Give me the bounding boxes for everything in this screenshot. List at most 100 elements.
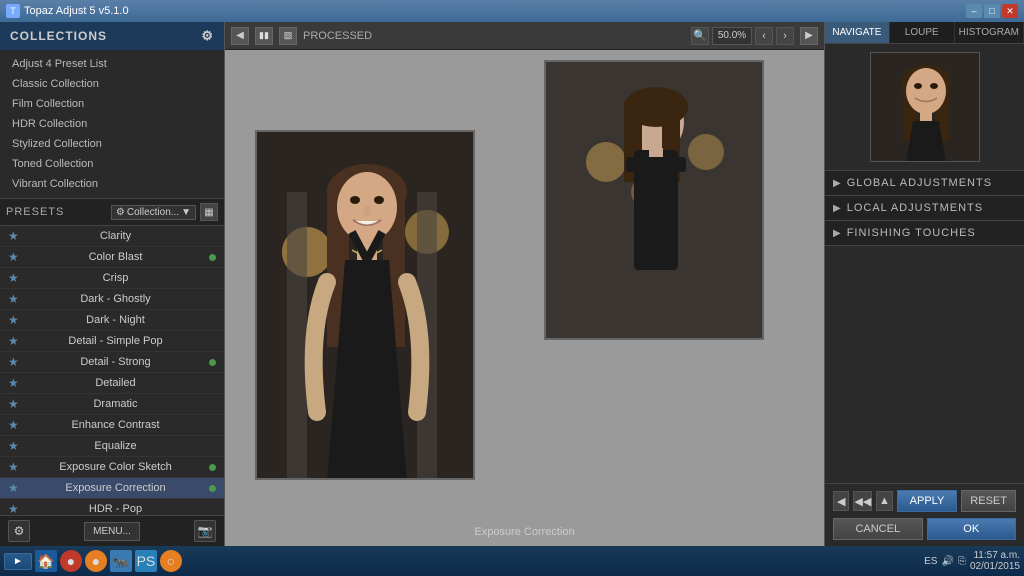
zoom-group: 🔍 50.0% ‹ › [691, 27, 794, 45]
presets-bottom: ⚙ MENU... 📷 [0, 515, 224, 546]
grid-view-button[interactable]: ▦ [200, 203, 218, 221]
taskbar-icon-1[interactable]: 🏠 [35, 550, 57, 572]
collections-label: COLLECTIONS [10, 29, 107, 43]
gear-icon[interactable]: ⚙ [201, 28, 214, 44]
preset-item[interactable]: ★ HDR - Pop [0, 499, 224, 515]
finishing-touches-header[interactable]: ▶ FINISHING TOUCHES [825, 221, 1024, 245]
preset-name: Detail - Simple Pop [28, 335, 203, 347]
star-icon: ★ [8, 397, 22, 411]
prev-button[interactable]: ◀ [231, 27, 249, 45]
preset-name: Crisp [28, 272, 203, 284]
preset-indicator [209, 254, 216, 261]
apply-button[interactable]: APPLY [897, 490, 958, 512]
preset-item[interactable]: ★ Dark - Ghostly [0, 289, 224, 310]
right-bottom-controls: ◀ ◀◀ ▲ APPLY RESET CANCEL OK [825, 483, 1024, 546]
taskbar-icon-4[interactable]: 🐜 [110, 550, 132, 572]
star-icon: ★ [8, 376, 22, 390]
local-adjustments-label: LOCAL ADJUSTMENTS [847, 202, 983, 214]
preset-dot-empty [209, 233, 216, 240]
preset-name: Enhance Contrast [28, 419, 203, 431]
taskbar-lang: ES [924, 556, 937, 567]
preset-name: Detailed [28, 377, 203, 389]
view-icon-1[interactable]: ▮▮ [255, 27, 273, 45]
preset-name: Dramatic [28, 398, 203, 410]
zoom-search-icon[interactable]: 🔍 [691, 27, 709, 45]
toolbar: ◀ ▮▮ ▧ PROCESSED 🔍 50.0% ‹ › ▶ [225, 22, 824, 50]
action-row: CANCEL OK [833, 518, 1016, 540]
title-bar: T Topaz Adjust 5 v5.1.0 – □ ✕ [0, 0, 1024, 22]
preset-dot-empty [209, 317, 216, 324]
preset-item-active[interactable]: ★ Exposure Correction [0, 478, 224, 499]
star-icon: ★ [8, 439, 22, 453]
global-adjustments-section: ▶ GLOBAL ADJUSTMENTS [825, 171, 1024, 196]
star-icon: ★ [8, 334, 22, 348]
preset-item[interactable]: ★ Detail - Strong [0, 352, 224, 373]
view-icon-2[interactable]: ▧ [279, 27, 297, 45]
right-panel-scroll: ▶ GLOBAL ADJUSTMENTS ▶ LOCAL ADJUSTMENTS… [825, 171, 1024, 483]
collections-list: Adjust 4 Preset List Classic Collection … [0, 50, 224, 199]
taskbar-icon-6[interactable]: ○ [160, 550, 182, 572]
start-button[interactable]: ► [4, 553, 32, 570]
settings-button[interactable]: ⚙ [8, 520, 30, 542]
list-item[interactable]: Classic Collection [0, 74, 224, 94]
right-tabs: NAVIGATE LOUPE HISTOGRAM [825, 22, 1024, 44]
zoom-out-button[interactable]: ‹ [755, 27, 773, 45]
minimize-button[interactable]: – [966, 4, 982, 18]
preset-dot-empty [209, 443, 216, 450]
before-image [544, 60, 764, 340]
zoom-in-button[interactable]: › [776, 27, 794, 45]
preset-item[interactable]: ★ Enhance Contrast [0, 415, 224, 436]
preset-item[interactable]: ★ Exposure Color Sketch [0, 457, 224, 478]
close-button[interactable]: ✕ [1002, 4, 1018, 18]
tab-loupe[interactable]: LOUPE [890, 22, 955, 43]
next-button[interactable]: ▶ [800, 27, 818, 45]
list-item[interactable]: Stylized Collection [0, 134, 224, 154]
nav-prev2-button[interactable]: ◀◀ [853, 491, 872, 511]
main-container: COLLECTIONS ⚙ Adjust 4 Preset List Class… [0, 22, 1024, 546]
local-adjustments-section: ▶ LOCAL ADJUSTMENTS [825, 196, 1024, 221]
camera-button[interactable]: 📷 [194, 520, 216, 542]
list-item[interactable]: Adjust 4 Preset List [0, 54, 224, 74]
preset-item[interactable]: ★ Equalize [0, 436, 224, 457]
preset-item[interactable]: ★ Detail - Simple Pop [0, 331, 224, 352]
global-adjustments-header[interactable]: ▶ GLOBAL ADJUSTMENTS [825, 171, 1024, 195]
preset-item[interactable]: ★ Dramatic [0, 394, 224, 415]
list-item[interactable]: Toned Collection [0, 154, 224, 174]
nav-copy-button[interactable]: ▲ [876, 491, 892, 511]
list-item[interactable]: HDR Collection [0, 114, 224, 134]
taskbar-icon-5[interactable]: PS [135, 550, 157, 572]
chevron-right-icon: ▶ [833, 178, 841, 189]
ok-button[interactable]: OK [927, 518, 1017, 540]
taskbar-time: 11:57 a.m. [970, 550, 1020, 561]
preset-item[interactable]: ★ Detailed [0, 373, 224, 394]
list-item[interactable]: Vibrant Collection [0, 174, 224, 194]
preset-name: HDR - Pop [28, 503, 203, 515]
maximize-button[interactable]: □ [984, 4, 1000, 18]
preset-name: Equalize [28, 440, 203, 452]
collection-dropdown[interactable]: ⚙ Collection... ▼ [111, 205, 196, 220]
preset-item[interactable]: ★ Crisp [0, 268, 224, 289]
local-adjustments-header[interactable]: ▶ LOCAL ADJUSTMENTS [825, 196, 1024, 220]
taskbar-icon-3[interactable]: ● [85, 550, 107, 572]
preset-item[interactable]: ★ Dark - Night [0, 310, 224, 331]
tab-navigate[interactable]: NAVIGATE [825, 22, 890, 43]
taskbar-volume-icon: 🔊 [941, 556, 953, 567]
tab-histogram[interactable]: HISTOGRAM [955, 22, 1024, 43]
preset-item[interactable]: ★ Clarity [0, 226, 224, 247]
preset-item[interactable]: ★ Color Blast [0, 247, 224, 268]
list-item[interactable]: Film Collection [0, 94, 224, 114]
chevron-down-icon: ▼ [181, 207, 191, 218]
chevron-right-icon: ▶ [833, 228, 841, 239]
star-icon: ★ [8, 502, 22, 515]
menu-button[interactable]: MENU... [84, 522, 140, 541]
star-icon: ★ [8, 418, 22, 432]
zoom-input[interactable]: 50.0% [712, 27, 752, 45]
right-panel: NAVIGATE LOUPE HISTOGRAM [824, 22, 1024, 546]
preset-dot-empty [209, 506, 216, 513]
cancel-button[interactable]: CANCEL [833, 518, 923, 540]
star-icon: ★ [8, 292, 22, 306]
taskbar-icon-2[interactable]: ● [60, 550, 82, 572]
reset-button[interactable]: RESET [961, 490, 1016, 512]
star-icon: ★ [8, 229, 22, 243]
nav-prev-button[interactable]: ◀ [833, 491, 849, 511]
